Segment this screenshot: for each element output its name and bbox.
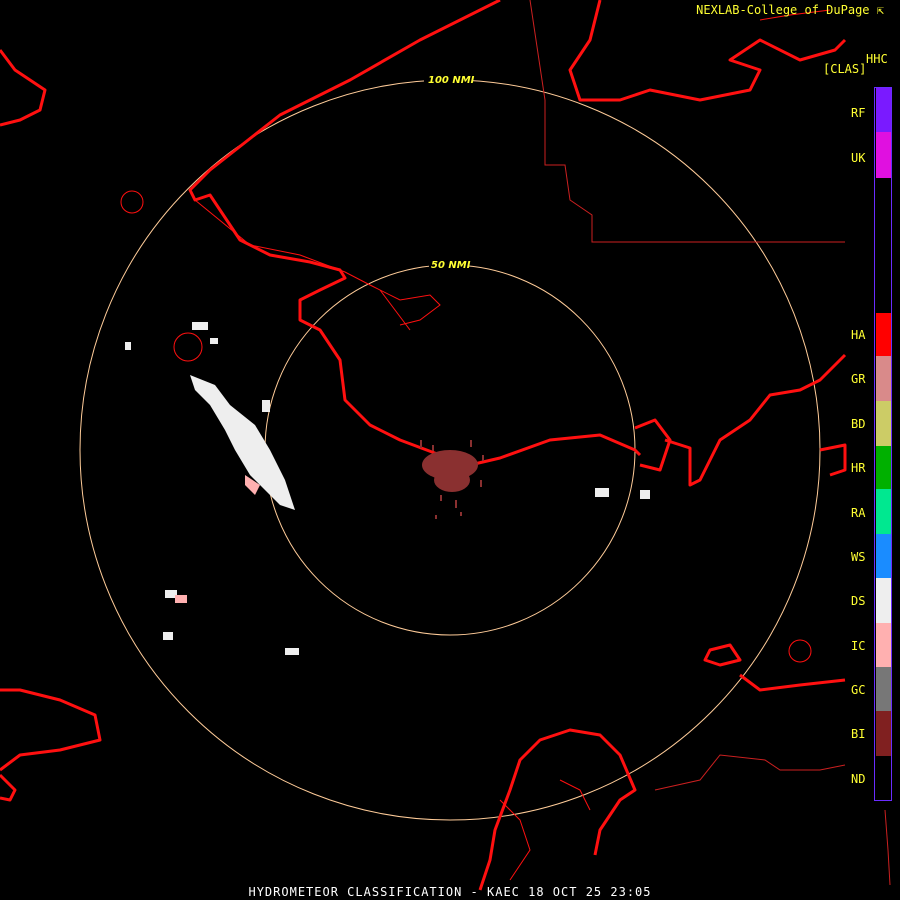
- legend-swatch-gc: [876, 667, 891, 711]
- legend-swatch-gr: [876, 356, 891, 401]
- legend-label-ha: HA: [851, 328, 866, 342]
- legend-swatch-rf: [876, 88, 891, 132]
- legend-swatch-ds: [876, 578, 891, 623]
- legend-swatch-bi: [876, 711, 891, 756]
- legend-label-gc: GC: [851, 683, 866, 697]
- legend-swatch-nd: [876, 756, 891, 800]
- legend-swatch-ha: [876, 313, 891, 356]
- radar-map: 100 NMI 50 NMI: [0, 0, 891, 891]
- legend-swatch-ic: [876, 623, 891, 667]
- legend-label-hr: HR: [851, 461, 866, 475]
- radar-returns: [125, 322, 650, 655]
- product-bracket: [CLAS]: [823, 62, 867, 76]
- echo-dry-snow-band: [190, 375, 295, 510]
- legend-label-ra: RA: [851, 506, 866, 520]
- legend-color-bar: [874, 87, 892, 801]
- product-footer-title: HYDROMETEOR CLASSIFICATION - KAEC 18 OCT…: [248, 885, 652, 899]
- legend-swatch-ws: [876, 534, 891, 578]
- ring-label-50: 50 NMI: [431, 260, 471, 271]
- legend-label-ds: DS: [851, 594, 866, 608]
- legend-label-ic: IC: [851, 639, 866, 653]
- legend-swatch-bd: [876, 401, 891, 446]
- legend-label-bi: BI: [851, 727, 866, 741]
- legend-label-uk: UK: [851, 151, 866, 165]
- legend-label-rf: RF: [851, 106, 866, 120]
- county-borders: [529, 0, 891, 886]
- legend-swatch-hr: [876, 446, 891, 489]
- legend-label-gr: GR: [851, 372, 866, 386]
- ring-label-100: 100 NMI: [428, 75, 475, 86]
- legend-label-bd: BD: [851, 417, 866, 431]
- legend-swatch-ra: [876, 489, 891, 534]
- credit-text: NEXLAB-College of DuPage ⇱: [696, 3, 884, 17]
- legend-swatch-uk: [876, 132, 891, 178]
- radar-display: 100 NMI 50 NMI NEXLAB-College of DuPage …: [0, 0, 900, 900]
- legend-label-ws: WS: [851, 550, 866, 564]
- legend-label-nd: ND: [851, 772, 866, 786]
- external-link-icon[interactable]: ⇱: [877, 3, 884, 17]
- product-code: HHC: [866, 52, 888, 66]
- coastline-details: [120, 9, 831, 881]
- credit-label: NEXLAB-College of DuPage: [696, 3, 870, 17]
